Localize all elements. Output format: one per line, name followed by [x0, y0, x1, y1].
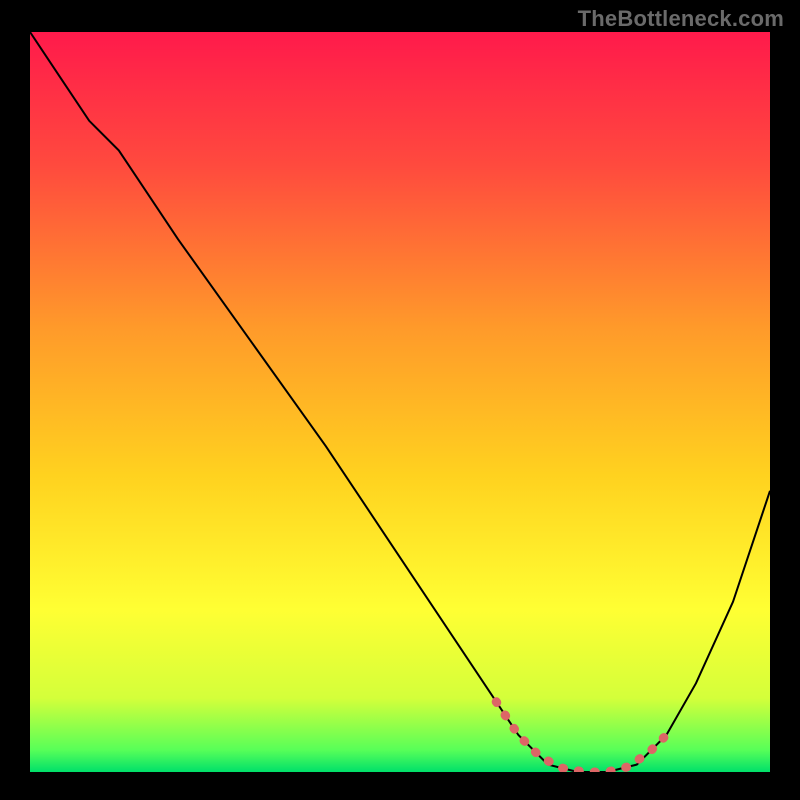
watermark-text: TheBottleneck.com: [578, 6, 784, 32]
plot-container: [30, 32, 770, 772]
gradient-bg: [30, 32, 770, 772]
chart-svg: [30, 32, 770, 772]
